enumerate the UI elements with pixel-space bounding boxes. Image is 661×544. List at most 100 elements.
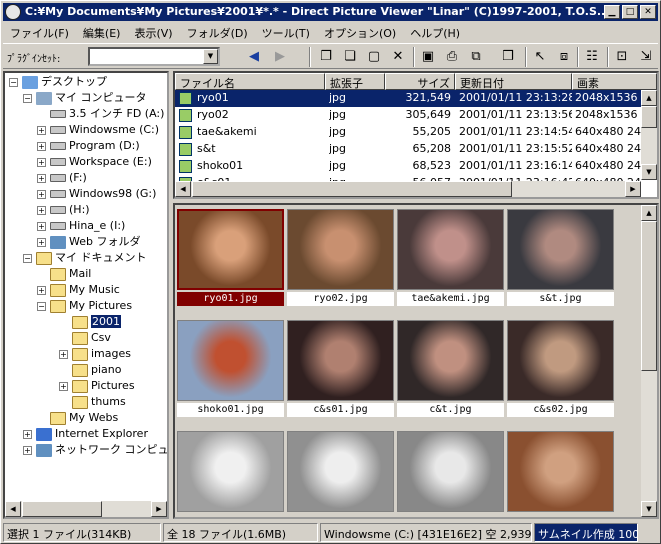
expand-toggle-icon[interactable]: + — [59, 349, 68, 359]
menu-file[interactable]: ファイル(F) — [3, 22, 76, 44]
tree-node[interactable]: 2001 — [59, 314, 121, 330]
expand-toggle-icon[interactable]: + — [37, 221, 46, 231]
table-row[interactable]: ryo01 jpg 321,549 2001/01/11 23:13:28 2048x1… — [175, 90, 641, 107]
tree-node[interactable]: thums — [59, 394, 126, 410]
slideshow-icon[interactable]: ⧈ — [553, 47, 575, 67]
tree-node[interactable]: + Windowsme (C:) — [37, 122, 159, 138]
thumbnail-item[interactable]: shoko01.jpg — [177, 320, 284, 417]
thumbnail-item[interactable]: c&s01.jpg — [287, 320, 394, 417]
thumbnail-item[interactable]: tae&akemi.jpg — [397, 209, 504, 306]
thumbnail-image[interactable] — [287, 431, 394, 512]
scroll-down-icon[interactable]: ▼ — [641, 164, 657, 180]
tree-node[interactable]: + My Music — [37, 282, 120, 298]
title-bar[interactable]: C:¥My Documents¥My Pictures¥2001¥*.* - D… — [3, 3, 658, 21]
column-date[interactable]: 更新日付 — [455, 73, 572, 90]
select-icon[interactable]: ↖ — [529, 47, 551, 67]
file-list[interactable]: ファイル名 拡張子 サイズ 更新日付 画素 ryo01 jpg 321,549 200… — [173, 71, 659, 199]
table-row[interactable]: s&t jpg 65,208 2001/01/11 23:15:52 640x480 2… — [175, 141, 641, 158]
tree-horizontal-scrollbar[interactable]: ◀ ▶ — [5, 501, 167, 517]
maximize-button[interactable]: □ — [622, 5, 638, 19]
thumbnail-image[interactable] — [177, 431, 284, 512]
thumbnail-image[interactable] — [287, 209, 394, 290]
tree-node[interactable]: − マイ コンピュータ — [23, 90, 147, 106]
scroll-thumb[interactable] — [641, 106, 657, 128]
menu-view[interactable]: 表示(V) — [127, 22, 179, 44]
scroll-down-icon[interactable]: ▼ — [641, 501, 657, 517]
minimize-button[interactable]: ▁ — [604, 5, 620, 19]
thumb-vertical-scrollbar[interactable]: ▲ ▼ — [641, 205, 657, 517]
expand-toggle-icon[interactable]: − — [9, 77, 18, 87]
thumbnail-image[interactable] — [507, 431, 614, 512]
table-row[interactable]: shoko01 jpg 68,523 2001/01/11 23:16:14 640x4… — [175, 158, 641, 175]
expand-toggle-icon[interactable]: + — [37, 125, 46, 135]
plugin-set-select[interactable]: ▼ — [88, 47, 220, 66]
thumbnail-item[interactable] — [177, 431, 284, 512]
thumbnail-image[interactable] — [507, 209, 614, 290]
expand-toggle-icon[interactable]: + — [37, 189, 46, 199]
expand-toggle-icon[interactable]: − — [23, 93, 32, 103]
list-horizontal-scrollbar[interactable]: ◀ ▶ — [175, 181, 641, 197]
chevron-down-icon[interactable]: ▼ — [203, 49, 218, 64]
expand-toggle-icon[interactable]: + — [59, 381, 68, 391]
table-row[interactable]: tae&akemi jpg 55,205 2001/01/11 23:14:54 640… — [175, 124, 641, 141]
expand-toggle-icon[interactable]: + — [37, 237, 46, 247]
tree-node[interactable]: + Web フォルダ — [37, 234, 140, 250]
menu-options[interactable]: オプション(O) — [317, 22, 403, 44]
tree-node[interactable]: + Windows98 (G:) — [37, 186, 156, 202]
forward-arrow-icon[interactable]: ▶ — [269, 47, 291, 67]
scroll-right-icon[interactable]: ▶ — [151, 501, 167, 517]
expand-toggle-icon[interactable]: + — [23, 429, 32, 439]
thumbnail-item[interactable]: c&t.jpg — [397, 320, 504, 417]
column-ext[interactable]: 拡張子 — [325, 73, 385, 90]
window-icon[interactable]: ❒ — [497, 47, 519, 67]
list-vertical-scrollbar[interactable]: ▲ ▼ — [641, 90, 657, 180]
save-icon[interactable]: ▣ — [417, 47, 439, 67]
menu-folder[interactable]: フォルダ(D) — [180, 22, 255, 44]
expand-toggle-icon[interactable]: + — [37, 285, 46, 295]
scroll-left-icon[interactable]: ◀ — [5, 501, 21, 517]
tree-node[interactable]: − My Pictures — [37, 298, 132, 314]
tree-node[interactable]: + (H:) — [37, 202, 90, 218]
expand-toggle-icon[interactable]: − — [23, 253, 32, 263]
back-arrow-icon[interactable]: ◀ — [243, 47, 265, 67]
new-file-icon[interactable]: ▢ — [363, 47, 385, 67]
expand-toggle-icon[interactable]: + — [37, 157, 46, 167]
thumbnail-item[interactable] — [287, 431, 394, 512]
column-name[interactable]: ファイル名 — [175, 73, 325, 90]
tree-node[interactable]: + Program (D:) — [37, 138, 140, 154]
tree-node[interactable]: Csv — [59, 330, 111, 346]
tree-node[interactable]: + (F:) — [37, 170, 87, 186]
paste-icon[interactable]: ❏ — [339, 47, 361, 67]
menu-tools[interactable]: ツール(T) — [255, 22, 317, 44]
thumbnail-item[interactable]: ryo01.jpg — [177, 209, 284, 306]
thumbnail-image[interactable] — [287, 320, 394, 401]
print-icon[interactable]: ⎙ — [441, 47, 463, 67]
thumbnail-item[interactable]: ryo02.jpg — [287, 209, 394, 306]
expand-toggle-icon[interactable]: − — [37, 301, 46, 311]
thumbnail-image[interactable] — [177, 209, 284, 290]
tree-node[interactable]: − デスクトップ — [9, 74, 107, 90]
table-row[interactable]: ryo02 jpg 305,649 2001/01/11 23:13:56 2048x1… — [175, 107, 641, 124]
tree-node[interactable]: piano — [59, 362, 121, 378]
expand-toggle-icon[interactable]: + — [37, 141, 46, 151]
delete-icon[interactable]: ✕ — [387, 47, 409, 67]
menu-edit[interactable]: 編集(E) — [76, 22, 128, 44]
app-eye-icon[interactable] — [5, 4, 21, 20]
scroll-up-icon[interactable]: ▲ — [641, 90, 657, 106]
scroll-left-icon[interactable]: ◀ — [175, 181, 191, 197]
thumbnail-image[interactable] — [507, 320, 614, 401]
view-mode-icon[interactable]: ⧉ — [465, 47, 487, 67]
tree-node[interactable]: + Internet Explorer — [23, 426, 148, 442]
expand-toggle-icon[interactable]: + — [37, 173, 46, 183]
properties-icon[interactable]: ☷ — [581, 47, 603, 67]
column-pixels[interactable]: 画素 — [572, 73, 657, 90]
close-button[interactable]: ✕ — [640, 5, 656, 19]
thumbnail-image[interactable] — [397, 431, 504, 512]
tree-node[interactable]: 3.5 インチ FD (A:) — [37, 106, 164, 122]
copy-icon[interactable]: ❐ — [315, 47, 337, 67]
tree-node[interactable]: + Workspace (E:) — [37, 154, 152, 170]
expand-toggle-icon[interactable]: + — [23, 445, 32, 455]
menu-help[interactable]: ヘルプ(H) — [403, 22, 467, 44]
thumbnail-item[interactable] — [397, 431, 504, 512]
scroll-thumb[interactable] — [641, 221, 657, 371]
